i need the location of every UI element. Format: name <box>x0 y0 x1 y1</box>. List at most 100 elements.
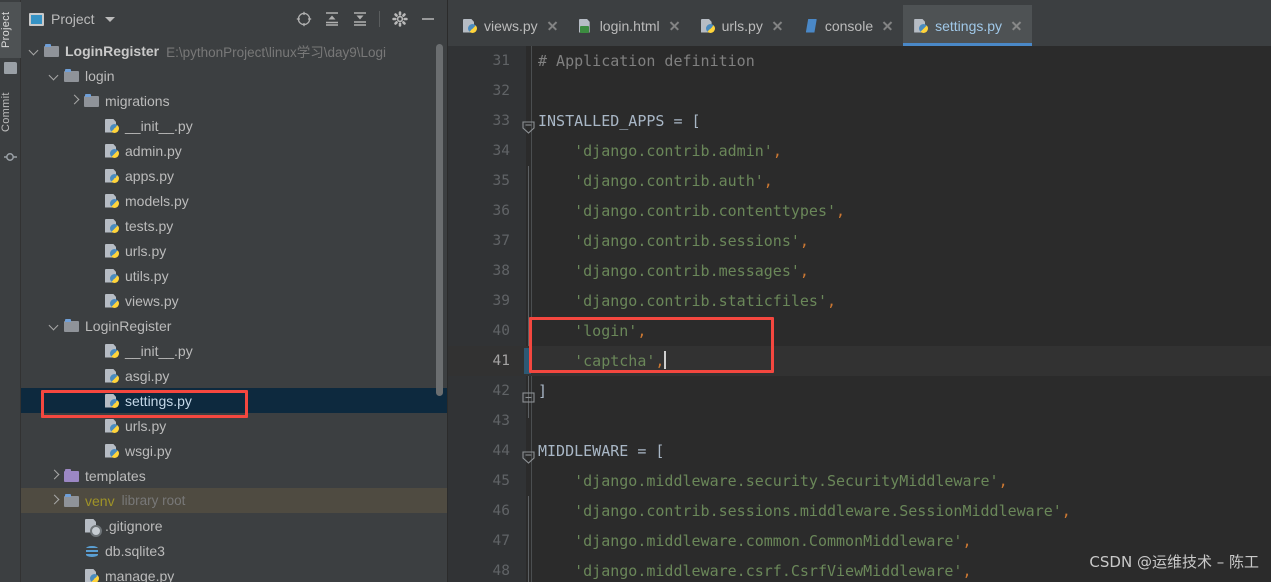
code-token-comma: , <box>637 322 647 340</box>
code-editor[interactable]: 31 # Application definition 32 33 INSTALLED_… <box>448 46 1271 582</box>
code-token-string: 'django.contrib.sessions' <box>538 232 800 250</box>
tree-node-admin-py[interactable]: admin.py <box>21 138 448 163</box>
pycharm-window: Project Commit Project LoginRegister E:\… <box>0 0 1271 582</box>
tree-node-urls-py[interactable]: urls.py <box>21 238 448 263</box>
minimize-icon[interactable] <box>419 11 436 28</box>
code-text: 'django.middleware.csrf.CsrfViewMiddlewa… <box>538 556 971 582</box>
fold-collapse-icon[interactable] <box>522 114 535 134</box>
project-tree[interactable]: LoginRegister E:\pythonProject\linux学习\da… <box>21 38 448 582</box>
editor-tab-console[interactable]: console <box>793 5 903 46</box>
tree-node-venv[interactable]: venv library root <box>21 488 448 513</box>
chevron-down-icon[interactable] <box>29 45 40 56</box>
chevron-right-icon[interactable] <box>69 95 80 106</box>
tree-node-wsgi-py[interactable]: wsgi.py <box>21 438 448 463</box>
tree-node-models-py[interactable]: models.py <box>21 188 448 213</box>
fold-end-icon[interactable] <box>522 384 535 403</box>
code-line-46[interactable]: 46 'django.contrib.sessions.middleware.S… <box>448 496 1271 526</box>
editor-tab-settings-py[interactable]: settings.py <box>903 5 1033 46</box>
fold-collapse-icon[interactable] <box>522 444 535 464</box>
code-line-34[interactable]: 34 'django.contrib.admin', <box>448 136 1271 166</box>
gear-icon[interactable] <box>391 11 408 28</box>
tree-node-label: urls.py <box>125 417 167 434</box>
code-text: 'django.contrib.contenttypes', <box>538 196 845 226</box>
close-icon[interactable] <box>546 19 559 32</box>
tree-node-asgi-py[interactable]: asgi.py <box>21 363 448 388</box>
chevron-down-icon[interactable] <box>49 320 60 331</box>
tree-node-migrations[interactable]: migrations <box>21 88 448 113</box>
code-line-32[interactable]: 32 <box>448 76 1271 106</box>
code-line-40[interactable]: 40 'login', <box>448 316 1271 346</box>
tree-node-label: __init__.py <box>125 342 193 359</box>
code-line-37[interactable]: 37 'django.contrib.sessions', <box>448 226 1271 256</box>
editor-tab-urls-py[interactable]: urls.py <box>690 5 793 46</box>
tool-window-button-project[interactable]: Project <box>0 2 21 58</box>
code-line-39[interactable]: 39 'django.contrib.staticfiles', <box>448 286 1271 316</box>
tree-node-tests-py[interactable]: tests.py <box>21 213 448 238</box>
close-icon[interactable] <box>771 19 784 32</box>
tree-node--init-py[interactable]: __init__.py <box>21 113 448 138</box>
tree-node-views-py[interactable]: views.py <box>21 288 448 313</box>
tree-node-settings-py[interactable]: settings.py <box>21 388 448 413</box>
close-icon[interactable] <box>668 19 681 32</box>
editor-tab-bar[interactable]: views.py login.html urls.py console settings… <box>448 0 1271 46</box>
tree-node-loginregister[interactable]: LoginRegister E:\pythonProject\linux学习\da… <box>21 38 448 63</box>
tree-node-db-sqlite3[interactable]: db.sqlite3 <box>21 538 448 563</box>
select-opened-file-icon[interactable] <box>295 11 312 28</box>
code-line-43[interactable]: 43 <box>448 406 1271 436</box>
project-strip-icon <box>4 62 17 74</box>
gitignore-file-icon <box>84 518 102 537</box>
chevron-down-icon[interactable] <box>49 70 60 81</box>
close-icon[interactable] <box>1010 19 1023 32</box>
code-line-31[interactable]: 31 # Application definition <box>448 46 1271 76</box>
code-token-string: 'django.contrib.contenttypes' <box>538 202 837 220</box>
tree-node-utils-py[interactable]: utils.py <box>21 263 448 288</box>
code-token-string: 'captcha' <box>538 352 656 370</box>
expand-all-icon[interactable] <box>323 11 340 28</box>
code-line-42[interactable]: 42] <box>448 376 1271 406</box>
project-tree-scrollbar[interactable] <box>436 44 443 396</box>
editor-tab-login-html[interactable]: login.html <box>568 5 690 46</box>
code-token-string: 'django.contrib.admin' <box>538 142 773 160</box>
python-file-icon <box>104 168 120 184</box>
code-line-45[interactable]: 45 'django.middleware.security.SecurityM… <box>448 466 1271 496</box>
python-file-icon <box>104 368 120 384</box>
tree-node-label: db.sqlite3 <box>105 542 165 559</box>
close-icon[interactable] <box>881 19 894 32</box>
code-token-comma: , <box>826 292 837 310</box>
line-number: 33 <box>492 113 510 129</box>
chevron-right-icon[interactable] <box>49 495 60 506</box>
tree-node-urls-py[interactable]: urls.py <box>21 413 448 438</box>
line-number: 31 <box>492 53 510 69</box>
code-text: 'login', <box>538 316 646 346</box>
code-line-33[interactable]: 33 INSTALLED_APPS = [ <box>448 106 1271 136</box>
editor-tab-views-py[interactable]: views.py <box>452 5 568 46</box>
code-token-string: 'django.contrib.staticfiles' <box>538 292 827 310</box>
code-line-38[interactable]: 38 'django.contrib.messages', <box>448 256 1271 286</box>
tool-window-button-commit[interactable]: Commit <box>0 82 21 142</box>
code-line-41[interactable]: 41 'captcha', <box>448 346 1271 376</box>
line-number: 48 <box>492 563 510 579</box>
python-file-icon <box>104 443 120 459</box>
tree-node--gitignore[interactable]: .gitignore <box>21 513 448 538</box>
tree-node-login[interactable]: login <box>21 63 448 88</box>
code-text: 'django.contrib.admin', <box>538 136 782 166</box>
code-line-36[interactable]: 36 'django.contrib.contenttypes', <box>448 196 1271 226</box>
tree-node--init-py[interactable]: __init__.py <box>21 338 448 363</box>
tree-node-loginregister[interactable]: LoginRegister <box>21 313 448 338</box>
tree-node-manage-py[interactable]: manage.py <box>21 563 448 582</box>
tree-node-apps-py[interactable]: apps.py <box>21 163 448 188</box>
project-panel-title-group[interactable]: Project <box>29 11 115 27</box>
collapse-all-icon[interactable] <box>351 11 368 28</box>
code-text: 'django.middleware.security.SecurityMidd… <box>538 466 1008 496</box>
tree-node-templates[interactable]: templates <box>21 463 448 488</box>
watermark-text: CSDN @运维技术 – 陈工 <box>1089 553 1259 571</box>
chevron-down-icon[interactable] <box>104 16 115 22</box>
code-line-35[interactable]: 35 'django.contrib.auth', <box>448 166 1271 196</box>
code-lines[interactable]: 31 # Application definition 32 33 INSTALLED_… <box>448 46 1271 582</box>
code-line-44[interactable]: 44 MIDDLEWARE = [ <box>448 436 1271 466</box>
python-file-icon <box>104 393 120 409</box>
chevron-right-icon[interactable] <box>49 470 60 481</box>
code-token-string: 'django.middleware.security.SecurityMidd… <box>538 472 999 490</box>
